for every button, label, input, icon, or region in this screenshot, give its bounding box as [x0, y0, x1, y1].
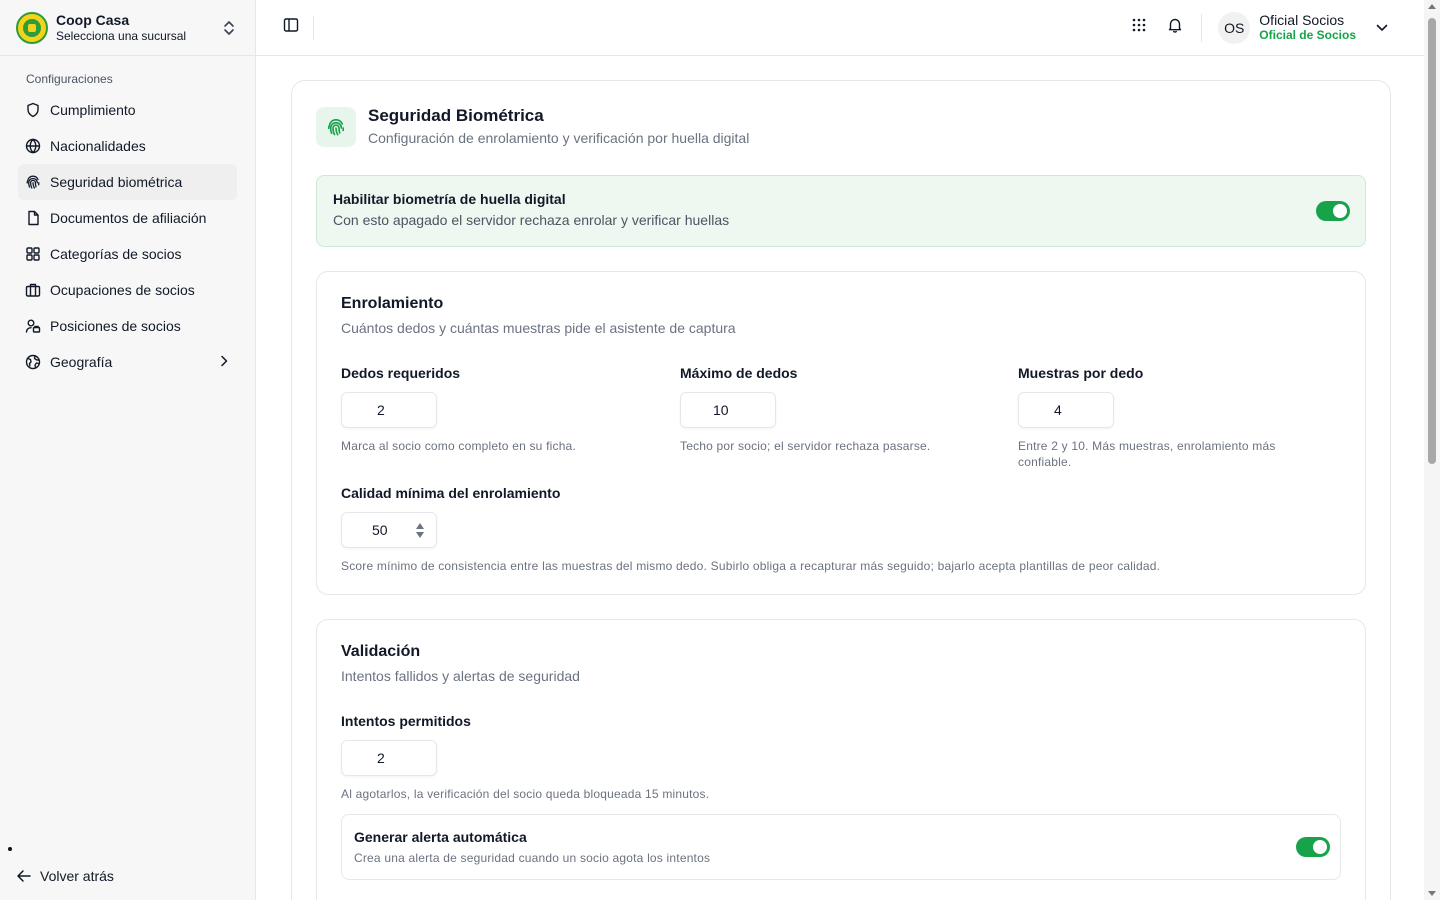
allowed-attempts-label: Intentos permitidos: [341, 713, 471, 729]
sidebar-item-ocupaciones-socios[interactable]: Ocupaciones de socios: [18, 272, 237, 308]
chevron-right-icon: [219, 354, 229, 370]
min-quality-field: Calidad mínima del enrolamiento 50 Score…: [341, 484, 1341, 574]
allowed-attempts-input[interactable]: 2: [341, 740, 437, 776]
validation-title: Validación: [341, 643, 421, 660]
scroll-up-arrow-icon[interactable]: [1428, 4, 1436, 9]
allowed-attempts-field: Intentos permitidos 2 Al agotarlos, la v…: [341, 712, 941, 802]
grid-dots-icon: [1132, 18, 1146, 37]
avatar[interactable]: OS: [1218, 11, 1251, 44]
user-name: Oficial Socios: [1259, 12, 1345, 28]
globe-icon: [24, 137, 42, 155]
scroll-down-arrow-icon[interactable]: [1428, 891, 1436, 896]
fingerprint-icon: [24, 173, 42, 191]
auto-alert-description: Crea una alerta de seguridad cuando un s…: [354, 851, 711, 865]
samples-per-finger-input[interactable]: 4: [1018, 392, 1114, 428]
samples-per-finger-field: Muestras por dedo 4 Entre 2 y 10. Más mu…: [1018, 364, 1318, 470]
enrollment-section: Enrolamiento Cuántos dedos y cuántas mue…: [316, 271, 1366, 595]
sidebar-item-seguridad-biometrica[interactable]: Seguridad biométrica: [18, 164, 237, 200]
validation-section: Validación Intentos fallidos y alertas d…: [316, 619, 1366, 900]
min-quality-help: Score mínimo de consistencia entre las m…: [341, 559, 1161, 573]
branch-switcher[interactable]: Coop Casa Selecciona una sucursal: [0, 0, 255, 56]
user-menu[interactable]: Oficial Socios Oficial de Socios: [1259, 12, 1356, 43]
required-fingers-label: Dedos requeridos: [341, 365, 461, 381]
sidebar-item-posiciones-socios[interactable]: Posiciones de socios: [18, 308, 237, 344]
max-fingers-input[interactable]: 10: [680, 392, 776, 428]
back-label: Volver atrás: [40, 868, 114, 884]
stepper-arrows-icon[interactable]: [416, 523, 424, 538]
sidebar-toggle-button[interactable]: [278, 15, 304, 41]
sidebar-item-label: Nacionalidades: [50, 138, 146, 154]
max-fingers-help: Techo por socio; el servidor rechaza pas…: [680, 439, 931, 453]
main-content: Seguridad Biométrica Configuración de en…: [256, 56, 1424, 900]
page-scrollbar[interactable]: [1424, 0, 1440, 900]
sidebar-item-documentos-afiliacion[interactable]: Documentos de afiliación: [18, 200, 237, 236]
required-fingers-field: Dedos requeridos 2 Marca al socio como c…: [341, 364, 661, 454]
branch-select-label: Selecciona una sucursal: [56, 28, 187, 43]
required-fingers-input[interactable]: 2: [341, 392, 437, 428]
users-icon: [24, 317, 42, 335]
earth-icon: [24, 353, 42, 371]
fingerprint-icon: [316, 106, 356, 147]
chevrons-up-down-icon[interactable]: [219, 20, 239, 36]
auto-alert-title: Generar alerta automática: [354, 829, 527, 845]
samples-per-finger-label: Muestras por dedo: [1018, 365, 1144, 381]
bell-icon: [1167, 17, 1183, 38]
allowed-attempts-help: Al agotarlos, la verificación del socio …: [341, 787, 710, 801]
enable-biometrics-title: Habilitar biometría de huella digital: [333, 191, 566, 207]
arrow-left-icon: [16, 869, 32, 883]
sidebar-nav: Cumplimiento Nacionalidades Seguridad bi…: [0, 92, 255, 380]
toolbar-divider: [1201, 13, 1203, 42]
max-fingers-label: Máximo de dedos: [680, 365, 798, 381]
coop-logo: [16, 11, 48, 44]
sidebar: Coop Casa Selecciona una sucursal Config…: [0, 0, 256, 900]
status-dot: [8, 847, 12, 851]
required-fingers-help: Marca al socio como completo en su ficha…: [341, 439, 576, 453]
min-quality-label: Calidad mínima del enrolamiento: [341, 485, 561, 501]
enable-biometrics-description: Con esto apagado el servidor rechaza enr…: [333, 212, 730, 228]
brand-name: Coop Casa: [56, 11, 130, 28]
auto-alert-toggle[interactable]: [1296, 837, 1330, 857]
auto-alert-panel: Generar alerta automática Crea una alert…: [341, 814, 1341, 880]
samples-per-finger-help: Entre 2 y 10. Más muestras, enrolamiento…: [1018, 439, 1276, 469]
sidebar-item-categorias-socios[interactable]: Categorías de socios: [18, 236, 237, 272]
sidebar-item-label: Cumplimiento: [50, 102, 136, 118]
max-fingers-field: Máximo de dedos 10 Techo por socio; el s…: [680, 364, 1000, 454]
min-quality-value: 50: [372, 522, 388, 538]
sidebar-section-title: Configuraciones: [26, 72, 113, 86]
enrollment-subtitle: Cuántos dedos y cuántas muestras pide el…: [341, 320, 736, 336]
notifications-button[interactable]: [1161, 14, 1189, 42]
enrollment-title: Enrolamiento: [341, 295, 444, 312]
sidebar-item-label: Seguridad biométrica: [50, 174, 183, 190]
grid-icon: [24, 245, 42, 263]
min-quality-input[interactable]: 50: [341, 512, 437, 548]
shield-icon: [24, 101, 42, 119]
apps-button[interactable]: [1125, 14, 1153, 42]
validation-subtitle: Intentos fallidos y alertas de seguridad: [341, 668, 580, 684]
scrollbar-thumb[interactable]: [1428, 18, 1436, 464]
sidebar-item-cumplimiento[interactable]: Cumplimiento: [18, 92, 237, 128]
document-icon: [24, 209, 42, 227]
user-role: Oficial de Socios: [1259, 28, 1356, 42]
sidebar-item-label: Ocupaciones de socios: [50, 282, 195, 298]
sidebar-item-label: Posiciones de socios: [50, 318, 181, 334]
enable-biometrics-panel: Habilitar biometría de huella digital Co…: [316, 175, 1366, 247]
topbar: OS Oficial Socios Oficial de Socios: [256, 0, 1424, 56]
sidebar-item-label: Documentos de afiliación: [50, 210, 207, 226]
briefcase-icon: [24, 281, 42, 299]
sidebar-item-geografia[interactable]: Geografía: [18, 344, 237, 380]
chevron-down-icon: [1376, 19, 1388, 37]
user-menu-toggle[interactable]: [1370, 16, 1394, 40]
sidebar-item-label: Categorías de socios: [50, 246, 182, 262]
biometric-settings-card: Seguridad Biométrica Configuración de en…: [291, 80, 1391, 900]
panel-left-icon: [283, 17, 299, 38]
back-button[interactable]: Volver atrás: [16, 868, 114, 884]
page-title: Seguridad Biométrica: [368, 106, 544, 125]
sidebar-item-nacionalidades[interactable]: Nacionalidades: [18, 128, 237, 164]
sidebar-item-label: Geografía: [50, 354, 113, 370]
enable-biometrics-toggle[interactable]: [1316, 201, 1350, 221]
page-subtitle: Configuración de enrolamiento y verifica…: [368, 130, 750, 146]
toolbar-divider: [313, 15, 314, 40]
